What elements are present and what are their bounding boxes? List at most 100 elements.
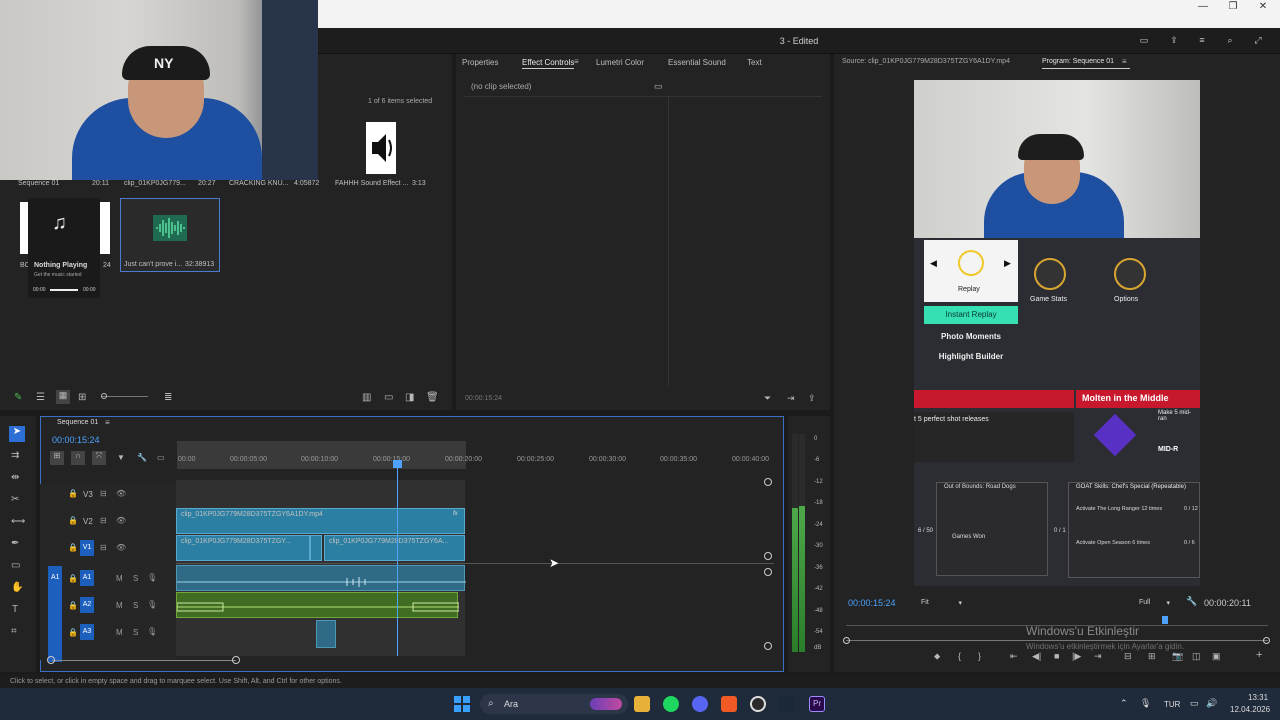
instant-replay-item[interactable]: Instant Replay <box>924 306 1018 324</box>
step-back-icon[interactable]: ◀| <box>1032 651 1041 662</box>
new-bin-icon[interactable]: ▭ <box>384 392 393 403</box>
freeform-view-icon[interactable]: ⊞ <box>78 392 86 403</box>
playhead-handle[interactable] <box>393 460 402 468</box>
fit-select[interactable]: Fit ▾ <box>918 596 964 610</box>
source-patch-a1[interactable]: A1 <box>48 566 62 662</box>
game-stats-label[interactable]: Game Stats <box>1030 296 1067 303</box>
workspace-icon[interactable]: ▭ <box>1138 35 1150 45</box>
volume-icon[interactable]: 🔊 <box>1206 698 1217 709</box>
v1-sync-icon[interactable]: ⊟ <box>100 543 107 552</box>
automate-icon[interactable]: ▥ <box>362 392 371 403</box>
mic-tray-icon[interactable]: 🎙 <box>1140 698 1151 709</box>
share-icon[interactable]: ⇪ <box>1168 35 1180 45</box>
app-icon[interactable] <box>750 696 766 712</box>
mark-out-icon[interactable]: } <box>978 651 981 661</box>
a3-solo[interactable]: S <box>133 628 138 637</box>
brave-icon[interactable] <box>721 696 737 712</box>
close-button[interactable]: ✕ <box>1248 0 1278 16</box>
program-zoom-bar[interactable] <box>846 640 1268 641</box>
music-widget[interactable]: ♫ Nothing Playing Get the music started … <box>28 198 100 298</box>
work-area-bar[interactable] <box>177 441 466 469</box>
fullscreen-icon[interactable]: ⤢ <box>1252 35 1264 45</box>
taskbar-search[interactable]: ⌕ Ara <box>480 694 628 714</box>
snap-icon[interactable]: ∩ <box>71 451 85 465</box>
overwrite-icon[interactable]: ⊞ <box>1148 651 1156 662</box>
hand-tool-icon[interactable]: ✋ <box>11 582 23 593</box>
v-scroll-bottom[interactable] <box>764 552 772 560</box>
tab-effect-controls[interactable]: Effect Controls <box>522 58 574 67</box>
photo-moments-item[interactable]: Photo Moments <box>924 328 1018 346</box>
h-scroll-left[interactable] <box>47 656 55 664</box>
clip-v1-small[interactable] <box>310 535 322 561</box>
timeline-timecode[interactable]: 00:00:15:24 <box>52 435 100 445</box>
linked-select-icon[interactable]: ⤧ <box>92 451 106 465</box>
icon-view-icon[interactable]: ▦ <box>56 390 70 404</box>
a2-lock-icon[interactable]: 🔒 <box>68 601 78 610</box>
export-icon[interactable]: ⇪ <box>808 393 816 404</box>
h-scroll-right[interactable] <box>232 656 240 664</box>
a2-mic-icon[interactable]: 🎙 <box>147 600 157 609</box>
windows-start-icon[interactable] <box>454 696 470 712</box>
compare-icon[interactable]: ◫ <box>1192 651 1201 662</box>
tab-properties[interactable]: Properties <box>462 58 498 67</box>
a-scroll-bottom[interactable] <box>764 642 772 650</box>
step-forward-icon[interactable]: |▶ <box>1072 651 1081 662</box>
source-label[interactable]: Source: clip_01KP0JG779M28D375TZGY6A1DY.… <box>842 58 1010 65</box>
a2-label[interactable]: A2 <box>80 597 94 613</box>
restore-button[interactable]: ❐ <box>1218 0 1248 16</box>
camera-icon[interactable]: 📷 <box>1172 651 1183 662</box>
clip-a3[interactable] <box>316 620 336 648</box>
clip-v1-b[interactable]: clip_01KP0JG779M28D375TZGY6A... <box>324 535 465 561</box>
zoom-slider[interactable] <box>102 396 148 397</box>
clock-date[interactable]: 12.04.2026 <box>1230 705 1270 714</box>
sort-icon[interactable]: ≣ <box>164 392 172 403</box>
steam-icon[interactable] <box>779 696 795 712</box>
play-audio-icon[interactable]: ⇥ <box>787 393 795 404</box>
wrench-icon[interactable]: 🔧 <box>1186 596 1197 607</box>
v3-eye-icon[interactable]: 👁 <box>116 489 126 498</box>
v2-sync-icon[interactable]: ⊟ <box>100 516 107 525</box>
vr-icon[interactable]: ▣ <box>1212 651 1221 662</box>
clock-time[interactable]: 13:31 <box>1248 693 1268 702</box>
v3-sync-icon[interactable]: ⊟ <box>100 489 107 498</box>
caption-tool-icon[interactable]: ⌗ <box>11 626 17 637</box>
video-frame[interactable]: ◀ ▶ Replay Game Stats Options Instant Re… <box>914 80 1200 586</box>
clip-a2[interactable] <box>176 592 459 618</box>
stop-icon[interactable]: ■ <box>1054 651 1059 661</box>
premiere-icon[interactable]: Pr <box>809 696 825 712</box>
program-menu-icon[interactable]: ≡ <box>1122 57 1127 66</box>
v1-lock-icon[interactable]: 🔒 <box>68 543 78 552</box>
selection-tool-icon[interactable]: ➤ <box>9 426 25 442</box>
tray-chevron-icon[interactable]: ⌃ <box>1120 698 1128 709</box>
slip-tool-icon[interactable]: ⟷ <box>11 516 25 527</box>
rectangle-tool-icon[interactable]: ▭ <box>11 560 20 571</box>
highlight-builder-item[interactable]: Highlight Builder <box>924 348 1018 366</box>
language-indicator[interactable]: TUR <box>1164 700 1180 709</box>
a1-solo[interactable]: S <box>133 574 138 583</box>
left-arrow-icon[interactable]: ◀ <box>930 258 937 269</box>
tab-essential-sound[interactable]: Essential Sound <box>668 58 726 67</box>
captions-icon[interactable]: ▭ <box>157 453 165 462</box>
replay-card[interactable]: ◀ ▶ Replay <box>924 240 1018 302</box>
thumb-fahhh[interactable] <box>366 122 396 174</box>
tab-lumetri-color[interactable]: Lumetri Color <box>596 58 644 67</box>
a3-mute[interactable]: M <box>116 628 123 637</box>
clip-v1-a[interactable]: clip_01KP0JG779M28D375TZGY... <box>176 535 310 561</box>
timeline-toggle-icon[interactable]: ▭ <box>654 81 663 92</box>
v2-lock-icon[interactable]: 🔒 <box>68 516 78 525</box>
program-playhead[interactable] <box>1162 616 1168 624</box>
sequence-tab[interactable]: Sequence 01 <box>57 419 98 426</box>
v2-label[interactable]: V2 <box>83 517 93 526</box>
options-label[interactable]: Options <box>1114 296 1138 303</box>
menu-icon[interactable]: ≡ <box>1196 35 1208 45</box>
full-select[interactable]: Full ▾ <box>1136 596 1172 610</box>
mark-in-icon[interactable]: { <box>958 651 961 661</box>
file-explorer-icon[interactable] <box>634 696 650 712</box>
razor-tool-icon[interactable]: ✂ <box>11 494 19 505</box>
go-to-in-icon[interactable]: ⇤ <box>1010 651 1018 662</box>
thumb-selected[interactable]: Just can't prove i... 32:38913 <box>120 198 220 272</box>
zoom-start-handle[interactable] <box>843 637 850 644</box>
program-timecode[interactable]: 00:00:15:24 <box>848 598 896 608</box>
insert-icon[interactable]: ⊟ <box>1124 651 1132 662</box>
pen-tool-icon[interactable]: ✒ <box>11 538 19 549</box>
